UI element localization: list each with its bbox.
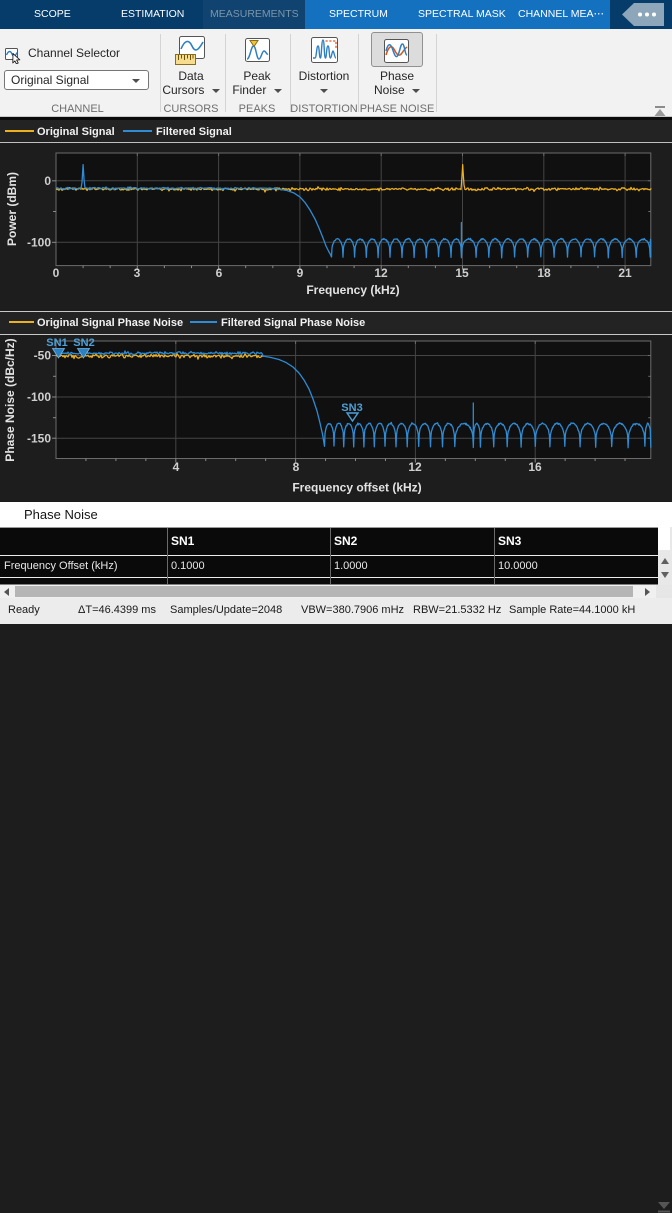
svg-text:-100: -100	[27, 235, 51, 249]
svg-text:6: 6	[216, 266, 223, 280]
svg-text:16: 16	[528, 460, 542, 474]
svg-text:18: 18	[537, 266, 551, 280]
svg-text:9: 9	[297, 266, 304, 280]
svg-text:SN2: SN2	[73, 337, 94, 349]
svg-text:8: 8	[293, 460, 300, 474]
svg-text:0: 0	[53, 266, 60, 280]
svg-text:SN1: SN1	[46, 337, 67, 349]
svg-text:15: 15	[455, 266, 469, 280]
svg-text:Frequency offset (kHz): Frequency offset (kHz)	[292, 481, 421, 495]
svg-text:-50: -50	[34, 349, 52, 363]
svg-text:21: 21	[618, 266, 632, 280]
svg-text:Filtered Signal Phase Noise: Filtered Signal Phase Noise	[221, 317, 365, 329]
svg-text:Filtered Signal: Filtered Signal	[156, 126, 232, 138]
svg-text:-150: -150	[27, 431, 51, 445]
svg-text:Original Signal: Original Signal	[37, 126, 115, 138]
svg-text:Power (dBm): Power (dBm)	[5, 172, 19, 246]
svg-text:Original Signal Phase Noise: Original Signal Phase Noise	[37, 317, 183, 329]
svg-text:SN3: SN3	[341, 402, 362, 414]
svg-text:Frequency (kHz): Frequency (kHz)	[306, 283, 399, 297]
svg-text:3: 3	[134, 266, 141, 280]
svg-text:0: 0	[44, 174, 51, 188]
svg-text:12: 12	[408, 460, 422, 474]
svg-text:Phase Noise (dBc/Hz): Phase Noise (dBc/Hz)	[3, 338, 17, 461]
svg-text:12: 12	[374, 266, 388, 280]
svg-text:4: 4	[173, 460, 180, 474]
svg-text:-100: -100	[27, 390, 51, 404]
